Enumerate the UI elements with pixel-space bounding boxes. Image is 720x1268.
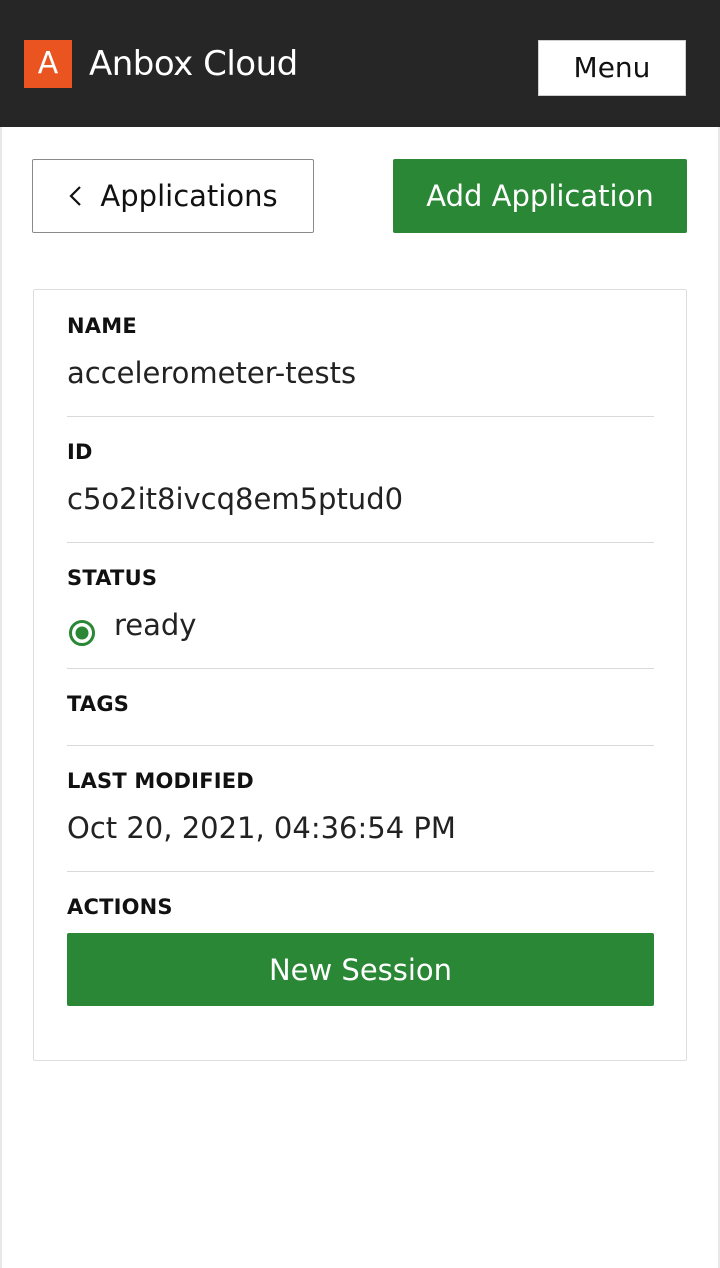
id-label: ID	[67, 440, 93, 464]
name-value: accelerometer-tests	[67, 356, 357, 390]
anbox-logo[interactable]: A	[24, 40, 72, 88]
divider	[67, 416, 654, 417]
last-modified-value: Oct 20, 2021, 04:36:54 PM	[67, 811, 456, 845]
top-navigation-bar: A Anbox Cloud Menu	[0, 0, 720, 127]
divider	[67, 668, 654, 669]
status-ready-icon	[69, 620, 95, 646]
back-button-label: Applications	[100, 179, 278, 213]
add-application-label: Add Application	[426, 179, 654, 213]
menu-button[interactable]: Menu	[538, 40, 686, 96]
application-details-card: NAME accelerometer-tests ID c5o2it8ivcq8…	[33, 289, 687, 1061]
back-to-applications-button[interactable]: Applications	[32, 159, 314, 233]
new-session-button[interactable]: New Session	[67, 933, 654, 1006]
new-session-label: New Session	[268, 952, 453, 987]
add-application-button[interactable]: Add Application	[393, 159, 687, 233]
divider	[67, 745, 654, 746]
chevron-left-icon	[69, 186, 82, 206]
tags-label: TAGS	[67, 692, 130, 716]
id-value: c5o2it8ivcq8em5ptud0	[67, 482, 404, 516]
name-label: NAME	[67, 314, 137, 338]
actions-label: ACTIONS	[67, 895, 173, 919]
last-modified-label: LAST MODIFIED	[67, 769, 254, 793]
status-value: ready	[114, 608, 197, 642]
divider	[67, 542, 654, 543]
status-label: STATUS	[67, 566, 158, 590]
app-title[interactable]: Anbox Cloud	[89, 42, 298, 86]
divider	[67, 871, 654, 872]
